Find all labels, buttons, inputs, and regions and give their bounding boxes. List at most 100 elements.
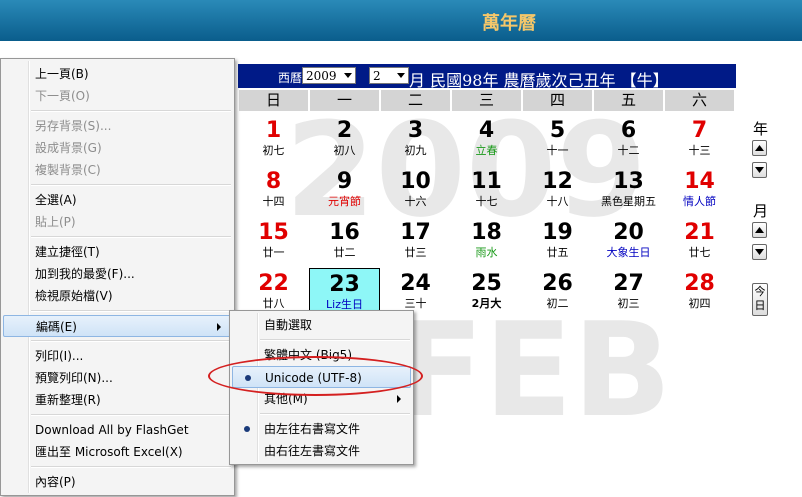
title-bar: 萬年曆 [0,0,802,41]
day-cell[interactable]: 4 立春 [451,118,522,168]
day-number: 2 [336,118,353,143]
day-number: 11 [471,169,502,194]
menu-item-encoding-label: 編碼(E) [36,320,77,334]
day-cell[interactable]: 7 十三 [664,118,735,168]
menu-item-auto-select[interactable]: 自動選取 [232,314,411,336]
year-select[interactable]: 2009 [302,67,356,84]
year-select-value: 2009 [306,69,337,83]
day-cell[interactable]: 6 十二 [593,118,664,168]
calendar-header: 西曆 2009 2 月 民國98年 農曆歲次己丑年 【牛】 [238,64,736,90]
day-cell[interactable]: 21 廿七 [664,220,735,270]
day-cell[interactable]: 8 十四 [238,169,309,219]
day-cell[interactable]: 9 元宵節 [309,169,380,219]
lunar-label: 十一 [546,144,569,157]
menu-item-refresh[interactable]: 重新整理(R) [3,389,232,411]
day-cell[interactable]: 10 十六 [380,169,451,219]
menu-item-back[interactable]: 上一頁(B) [3,63,232,85]
lunar-label: 初七 [262,144,285,157]
year-prev-button[interactable] [752,140,767,156]
menu-item-save-background[interactable]: 另存背景(S)... [3,115,232,137]
day-cell[interactable]: 5 十一 [522,118,593,168]
weekday-fri: 五 [594,90,663,111]
day-number: 24 [400,271,431,296]
day-cell[interactable]: 26 初二 [522,271,593,321]
menu-item-paste[interactable]: 貼上(P) [3,211,232,233]
day-cell[interactable]: 18 雨水 [451,220,522,270]
lunar-label: 廿五 [546,246,569,259]
page-title: 萬年曆 [482,13,536,34]
day-cell[interactable]: 25 2月大 [451,271,522,321]
era-label: 西曆 [278,71,303,85]
menu-item-encoding[interactable]: 編碼(E) [3,315,232,337]
day-cell[interactable]: 17 廿三 [380,220,451,270]
day-number: 4 [478,118,495,143]
menu-item-left-to-right[interactable]: 由左往右書寫文件 [232,418,411,440]
month-prev-button[interactable] [752,222,767,238]
day-number: 15 [258,220,289,245]
day-number: 23 [329,272,360,297]
day-number: 21 [684,220,715,245]
menu-item-copy-background[interactable]: 複製背景(C) [3,159,232,181]
day-cell[interactable]: 28 初四 [664,271,735,321]
year-nav-label: 年 [753,120,769,138]
today-button[interactable]: 今 日 [752,283,768,316]
weekday-sun: 日 [239,90,308,111]
menu-item-right-to-left[interactable]: 由右往左書寫文件 [232,440,411,462]
weekday-mon: 一 [310,90,379,111]
day-cell[interactable]: 3 初九 [380,118,451,168]
menu-item-print-preview[interactable]: 預覽列印(N)... [3,367,232,389]
day-cell[interactable]: 1 初七 [238,118,309,168]
menu-item-add-favorites[interactable]: 加到我的最愛(F)... [3,263,232,285]
menu-separator [31,184,231,186]
triangle-up-icon [755,227,764,233]
menu-item-select-all[interactable]: 全選(A) [3,189,232,211]
day-cell[interactable]: 16 廿二 [309,220,380,270]
lunar-label: 十六 [404,195,427,208]
menu-item-properties[interactable]: 內容(P) [3,471,232,493]
day-cell[interactable]: 20 大象生日 [593,220,664,270]
day-cell[interactable]: 13 黑色星期五 [593,169,664,219]
month-next-button[interactable] [752,244,767,260]
menu-item-flashget[interactable]: Download All by FlashGet [3,419,232,441]
menu-item-forward[interactable]: 下一頁(O) [3,85,232,107]
menu-item-export-excel[interactable]: 匯出至 Microsoft Excel(X) [3,441,232,463]
day-number: 10 [400,169,431,194]
triangle-down-icon [755,167,764,173]
day-number: 8 [265,169,282,194]
day-cell[interactable]: 12 十八 [522,169,593,219]
menu-separator [260,339,410,341]
day-cell[interactable]: 14 情人節 [664,169,735,219]
lunar-label: 廿七 [688,246,711,259]
lunar-label: 初九 [404,144,427,157]
day-cell[interactable]: 2 初八 [309,118,380,168]
day-cell[interactable]: 11 十七 [451,169,522,219]
day-number: 28 [684,271,715,296]
day-number: 26 [542,271,573,296]
menu-item-set-background[interactable]: 設成背景(G) [3,137,232,159]
menu-item-create-shortcut[interactable]: 建立捷徑(T) [3,241,232,263]
day-number: 9 [336,169,353,194]
day-number: 27 [613,271,644,296]
day-number: 25 [471,271,502,296]
weekday-row: 日 一 二 三 四 五 六 [238,90,736,111]
weekday-sat: 六 [665,90,734,111]
year-next-button[interactable] [752,162,767,178]
context-menu: 上一頁(B) 下一頁(O) 另存背景(S)... 設成背景(G) 複製背景(C)… [0,58,235,496]
calendar-header-text: 月 民國98年 農曆歲次己丑年 【牛】 [409,71,669,90]
lunar-label: 初三 [617,297,640,310]
lunar-label: 廿八 [262,297,285,310]
lunar-label: 初四 [688,297,711,310]
today-button-label-2: 日 [754,299,766,312]
lunar-label: 元宵節 [328,195,361,208]
weekday-thu: 四 [523,90,592,111]
menu-item-print[interactable]: 列印(I)... [3,345,232,367]
month-select[interactable]: 2 [369,67,409,84]
chevron-right-icon [217,323,221,331]
day-cell[interactable]: 27 初三 [593,271,664,321]
lunar-label: 廿一 [262,246,285,259]
day-number: 16 [329,220,360,245]
day-cell[interactable]: 15 廿一 [238,220,309,270]
chevron-down-icon [397,73,405,78]
day-cell[interactable]: 19 廿五 [522,220,593,270]
menu-item-view-source[interactable]: 檢視原始檔(V) [3,285,232,307]
